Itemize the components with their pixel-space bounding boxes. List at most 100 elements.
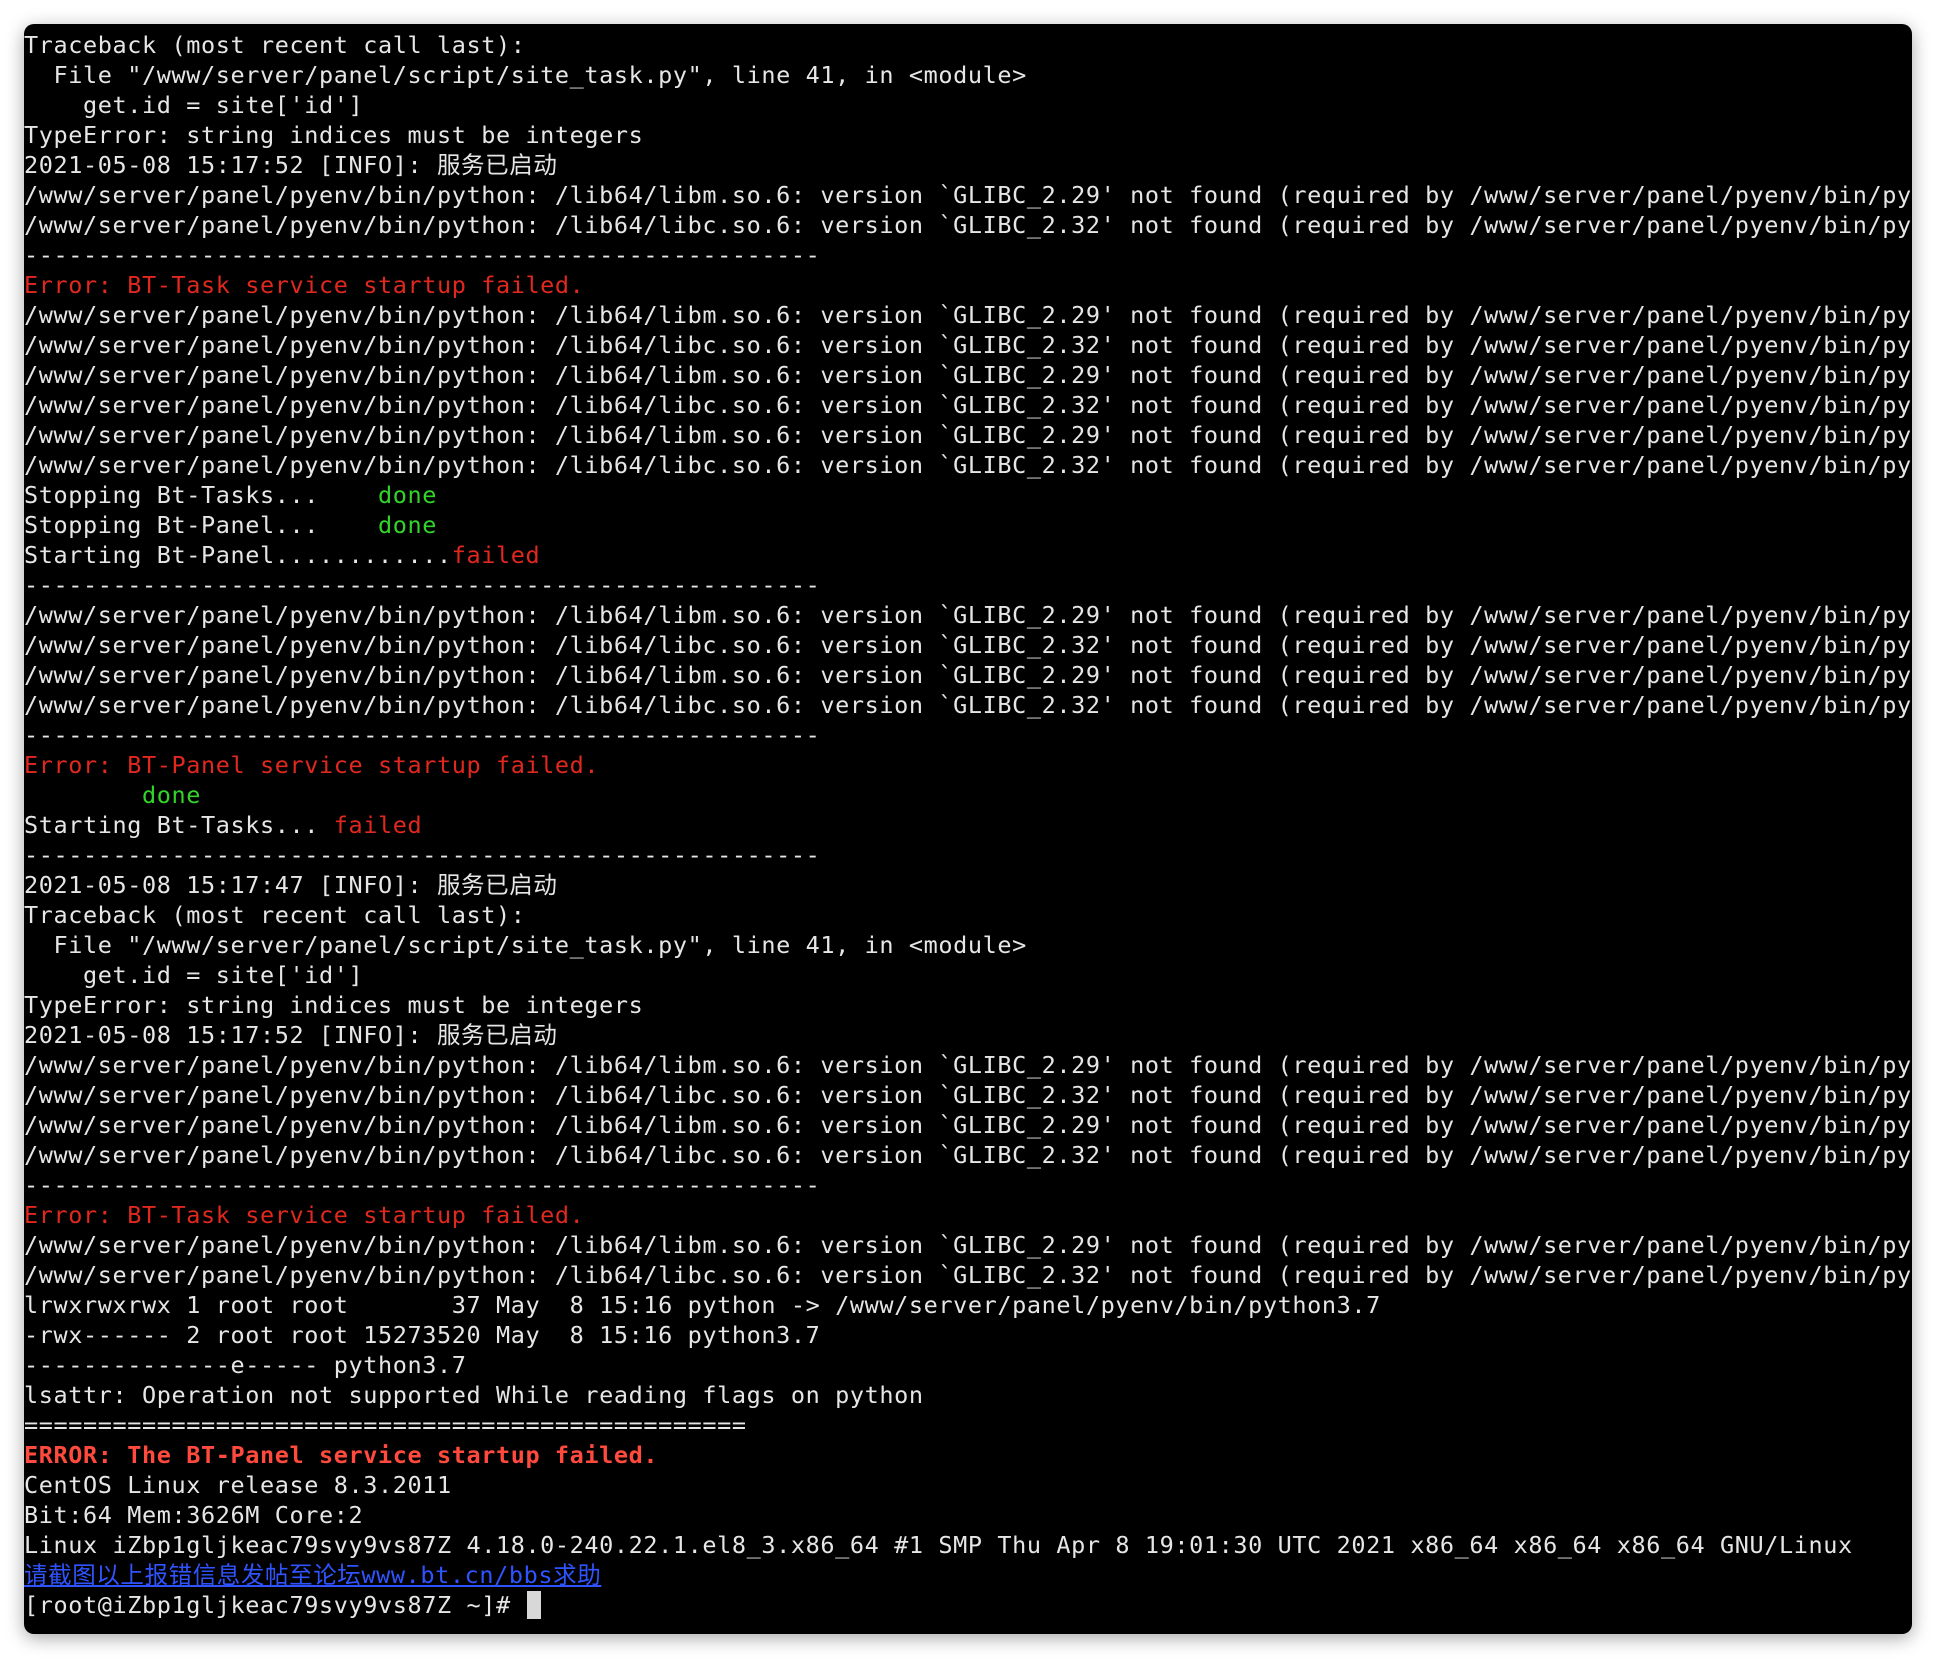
terminal-text: /www/server/panel/pyenv/bin/python: /lib…	[24, 211, 1912, 239]
terminal-text: --------------e----- python3.7	[24, 1351, 467, 1379]
terminal-text: ERROR: The BT-Panel service startup fail…	[24, 1441, 659, 1469]
terminal-text: failed	[451, 541, 541, 569]
text-cursor	[527, 1591, 542, 1619]
terminal-text: done	[377, 481, 437, 509]
terminal-text: File "/www/server/panel/script/site_task…	[24, 931, 1027, 959]
terminal-text: ----------------------------------------…	[24, 841, 821, 869]
terminal-line: /www/server/panel/pyenv/bin/python: /lib…	[24, 300, 1912, 330]
terminal-line: 2021-05-08 15:17:47 [INFO]: 服务已启动	[24, 870, 1912, 900]
terminal-text: Traceback (most recent call last):	[24, 901, 526, 929]
terminal-text: Starting Bt-Panel............	[24, 541, 452, 569]
terminal-text: /www/server/panel/pyenv/bin/python: /lib…	[24, 331, 1912, 359]
terminal-text: /www/server/panel/pyenv/bin/python: /lib…	[24, 1081, 1912, 1109]
terminal-line: /www/server/panel/pyenv/bin/python: /lib…	[24, 450, 1912, 480]
terminal-text: Stopping Bt-Panel...	[24, 511, 378, 539]
terminal-line: Traceback (most recent call last):	[24, 900, 1912, 930]
terminal-line: /www/server/panel/pyenv/bin/python: /lib…	[24, 180, 1912, 210]
terminal-line: 2021-05-08 15:17:52 [INFO]: 服务已启动	[24, 1020, 1912, 1050]
terminal-text: /www/server/panel/pyenv/bin/python: /lib…	[24, 1231, 1912, 1259]
terminal-text: lrwxrwxrwx 1 root root 37 May 8 15:16 py…	[24, 1291, 1381, 1319]
terminal-line: /www/server/panel/pyenv/bin/python: /lib…	[24, 210, 1912, 240]
terminal-line: Starting Bt-Panel............failed	[24, 540, 1912, 570]
terminal-text: done	[142, 781, 201, 809]
terminal-text: Traceback (most recent call last):	[24, 31, 526, 59]
terminal-line: Error: BT-Panel service startup failed.	[24, 750, 1912, 780]
terminal-line: Linux iZbp1gljkeac79svy9vs87Z 4.18.0-240…	[24, 1530, 1912, 1560]
terminal-text: /www/server/panel/pyenv/bin/python: /lib…	[24, 631, 1912, 659]
terminal-line: TypeError: string indices must be intege…	[24, 120, 1912, 150]
terminal-line: ----------------------------------------…	[24, 570, 1912, 600]
terminal-text: /www/server/panel/pyenv/bin/python: /lib…	[24, 1261, 1912, 1289]
terminal-text: lsattr: Operation not supported While re…	[24, 1381, 924, 1409]
terminal-text: Error: BT-Task service startup failed.	[24, 271, 585, 299]
terminal-text: CentOS Linux release 8.3.2011	[24, 1471, 452, 1499]
terminal-line: Error: BT-Task service startup failed.	[24, 270, 1912, 300]
terminal-line: /www/server/panel/pyenv/bin/python: /lib…	[24, 360, 1912, 390]
terminal-text: /www/server/panel/pyenv/bin/python: /lib…	[24, 421, 1912, 449]
terminal-window[interactable]: Traceback (most recent call last): File …	[24, 24, 1912, 1634]
terminal-line: File "/www/server/panel/script/site_task…	[24, 930, 1912, 960]
terminal-text: get.id = site['id']	[24, 961, 364, 989]
terminal-text: ----------------------------------------…	[24, 1171, 821, 1199]
terminal-line: /www/server/panel/pyenv/bin/python: /lib…	[24, 330, 1912, 360]
terminal-line: /www/server/panel/pyenv/bin/python: /lib…	[24, 390, 1912, 420]
terminal-line: ----------------------------------------…	[24, 240, 1912, 270]
terminal-text: /www/server/panel/pyenv/bin/python: /lib…	[24, 1051, 1912, 1079]
terminal-text: /www/server/panel/pyenv/bin/python: /lib…	[24, 301, 1912, 329]
terminal-line: get.id = site['id']	[24, 960, 1912, 990]
terminal-line: ERROR: The BT-Panel service startup fail…	[24, 1440, 1912, 1470]
terminal-text: /www/server/panel/pyenv/bin/python: /lib…	[24, 691, 1912, 719]
command-prompt-line[interactable]: [root@iZbp1gljkeac79svy9vs87Z ~]#	[24, 1590, 1912, 1620]
terminal-line: done	[24, 780, 1912, 810]
terminal-line: ----------------------------------------…	[24, 840, 1912, 870]
terminal-text: ----------------------------------------…	[24, 721, 821, 749]
terminal-text: failed	[333, 811, 423, 839]
terminal-text: /www/server/panel/pyenv/bin/python: /lib…	[24, 1111, 1912, 1139]
forum-help-link[interactable]: 请截图以上报错信息发帖至论坛www.bt.cn/bbs求助	[24, 1561, 601, 1589]
terminal-line: /www/server/panel/pyenv/bin/python: /lib…	[24, 1050, 1912, 1080]
terminal-line: ----------------------------------------…	[24, 720, 1912, 750]
terminal-text: /www/server/panel/pyenv/bin/python: /lib…	[24, 181, 1912, 209]
terminal-line: File "/www/server/panel/script/site_task…	[24, 60, 1912, 90]
terminal-text: Bit:64 Mem:3626M Core:2	[24, 1501, 364, 1529]
terminal-text: /www/server/panel/pyenv/bin/python: /lib…	[24, 361, 1912, 389]
terminal-text: -rwx------ 2 root root 15273520 May 8 15…	[24, 1321, 821, 1349]
terminal-line: /www/server/panel/pyenv/bin/python: /lib…	[24, 660, 1912, 690]
terminal-text: 2021-05-08 15:17:47 [INFO]: 服务已启动	[24, 871, 558, 899]
terminal-text: done	[377, 511, 437, 539]
terminal-text: /www/server/panel/pyenv/bin/python: /lib…	[24, 601, 1912, 629]
terminal-line: 2021-05-08 15:17:52 [INFO]: 服务已启动	[24, 150, 1912, 180]
terminal-text: Starting Bt-Tasks...	[24, 811, 334, 839]
terminal-line: -rwx------ 2 root root 15273520 May 8 15…	[24, 1320, 1912, 1350]
terminal-line: /www/server/panel/pyenv/bin/python: /lib…	[24, 1080, 1912, 1110]
terminal-text: Error: BT-Task service startup failed.	[24, 1201, 585, 1229]
terminal-line: /www/server/panel/pyenv/bin/python: /lib…	[24, 1260, 1912, 1290]
terminal-line: ----------------------------------------…	[24, 1170, 1912, 1200]
terminal-line: Stopping Bt-Panel... done	[24, 510, 1912, 540]
shell-prompt: [root@iZbp1gljkeac79svy9vs87Z ~]#	[24, 1591, 526, 1619]
terminal-line: /www/server/panel/pyenv/bin/python: /lib…	[24, 1110, 1912, 1140]
terminal-line: /www/server/panel/pyenv/bin/python: /lib…	[24, 420, 1912, 450]
terminal-text: Stopping Bt-Tasks...	[24, 481, 378, 509]
terminal-text: /www/server/panel/pyenv/bin/python: /lib…	[24, 1141, 1912, 1169]
terminal-text: TypeError: string indices must be intege…	[24, 991, 644, 1019]
terminal-text: Error: BT-Panel service startup failed.	[24, 751, 600, 779]
terminal-line: Bit:64 Mem:3626M Core:2	[24, 1500, 1912, 1530]
terminal-line: /www/server/panel/pyenv/bin/python: /lib…	[24, 1230, 1912, 1260]
terminal-line: Traceback (most recent call last):	[24, 30, 1912, 60]
terminal-text: /www/server/panel/pyenv/bin/python: /lib…	[24, 391, 1912, 419]
terminal-text: 2021-05-08 15:17:52 [INFO]: 服务已启动	[24, 151, 558, 179]
terminal-line: CentOS Linux release 8.3.2011	[24, 1470, 1912, 1500]
terminal-line: ========================================…	[24, 1410, 1912, 1440]
terminal-text: /www/server/panel/pyenv/bin/python: /lib…	[24, 661, 1912, 689]
terminal-text: ----------------------------------------…	[24, 571, 821, 599]
terminal-text: File "/www/server/panel/script/site_task…	[24, 61, 1027, 89]
terminal-line: /www/server/panel/pyenv/bin/python: /lib…	[24, 630, 1912, 660]
terminal-line: /www/server/panel/pyenv/bin/python: /lib…	[24, 600, 1912, 630]
terminal-line: Stopping Bt-Tasks... done	[24, 480, 1912, 510]
terminal-line: get.id = site['id']	[24, 90, 1912, 120]
terminal-line: /www/server/panel/pyenv/bin/python: /lib…	[24, 690, 1912, 720]
terminal-text: TypeError: string indices must be intege…	[24, 121, 644, 149]
terminal-line: Starting Bt-Tasks... failed	[24, 810, 1912, 840]
